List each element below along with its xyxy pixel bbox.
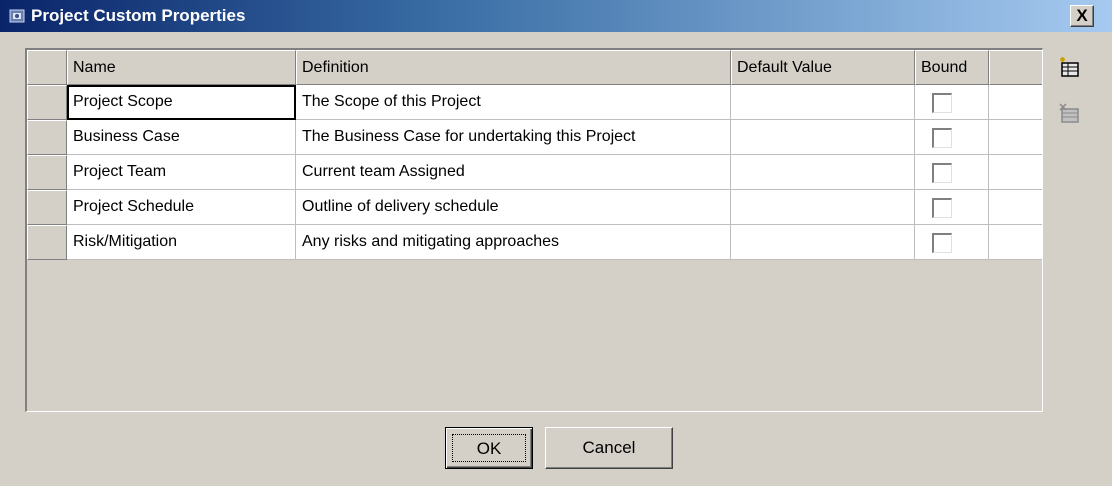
row-header-corner (27, 50, 67, 85)
table-header: Name Definition Default Value Bound (27, 50, 1042, 85)
name-cell[interactable]: Project Team (67, 155, 296, 190)
bound-checkbox[interactable] (932, 233, 952, 253)
ok-button[interactable]: OK (445, 427, 533, 469)
window-title: Project Custom Properties (31, 6, 246, 25)
table-row[interactable]: Project Team Current team Assigned (27, 155, 1042, 190)
title-bar: Project Custom Properties (0, 0, 1112, 32)
name-cell[interactable]: Project Schedule (67, 190, 296, 225)
definition-cell[interactable]: The Business Case for undertaking this P… (296, 120, 731, 155)
bound-cell (915, 120, 989, 155)
close-button[interactable]: X (1070, 5, 1094, 27)
table-grid: Name Definition Default Value Bound Proj… (27, 50, 1042, 260)
bound-cell (915, 190, 989, 225)
default-value-cell[interactable] (731, 190, 915, 225)
row-header[interactable] (27, 190, 67, 225)
delete-property-icon (1059, 103, 1079, 123)
column-header-bound[interactable]: Bound (915, 50, 989, 85)
definition-cell[interactable]: The Scope of this Project (296, 85, 731, 120)
table-row[interactable]: Project Schedule Outline of delivery sch… (27, 190, 1042, 225)
app-icon (9, 9, 25, 23)
column-header-filler (989, 50, 1042, 85)
row-header[interactable] (27, 85, 67, 120)
table-row[interactable]: Risk/Mitigation Any risks and mitigating… (27, 225, 1042, 260)
bound-cell (915, 225, 989, 260)
name-cell[interactable]: Business Case (67, 120, 296, 155)
filler-cell (989, 225, 1042, 260)
row-header[interactable] (27, 120, 67, 155)
default-value-cell[interactable] (731, 225, 915, 260)
column-header-name[interactable]: Name (67, 50, 296, 85)
filler-cell (989, 155, 1042, 190)
definition-cell[interactable]: Any risks and mitigating approaches (296, 225, 731, 260)
filler-cell (989, 120, 1042, 155)
definition-cell[interactable]: Current team Assigned (296, 155, 731, 190)
bound-checkbox[interactable] (932, 93, 952, 113)
default-value-cell[interactable] (731, 155, 915, 190)
bound-checkbox[interactable] (932, 128, 952, 148)
bound-checkbox[interactable] (932, 163, 952, 183)
table-row[interactable]: Business Case The Business Case for unde… (27, 120, 1042, 155)
default-value-cell[interactable] (731, 85, 915, 120)
filler-cell (989, 85, 1042, 120)
row-header[interactable] (27, 155, 67, 190)
ok-button-label: OK (452, 434, 526, 462)
table-row[interactable]: Project Scope The Scope of this Project (27, 85, 1042, 120)
properties-table: Name Definition Default Value Bound Proj… (25, 48, 1043, 412)
default-value-cell[interactable] (731, 120, 915, 155)
bound-checkbox[interactable] (932, 198, 952, 218)
name-cell[interactable]: Risk/Mitigation (67, 225, 296, 260)
column-header-default-value[interactable]: Default Value (731, 50, 915, 85)
name-cell[interactable]: Project Scope (67, 85, 296, 120)
cancel-button[interactable]: Cancel (545, 427, 673, 469)
column-header-definition[interactable]: Definition (296, 50, 731, 85)
definition-cell[interactable]: Outline of delivery schedule (296, 190, 731, 225)
filler-cell (989, 190, 1042, 225)
bound-cell (915, 85, 989, 120)
bound-cell (915, 155, 989, 190)
row-header[interactable] (27, 225, 67, 260)
add-property-icon[interactable] (1058, 56, 1082, 80)
